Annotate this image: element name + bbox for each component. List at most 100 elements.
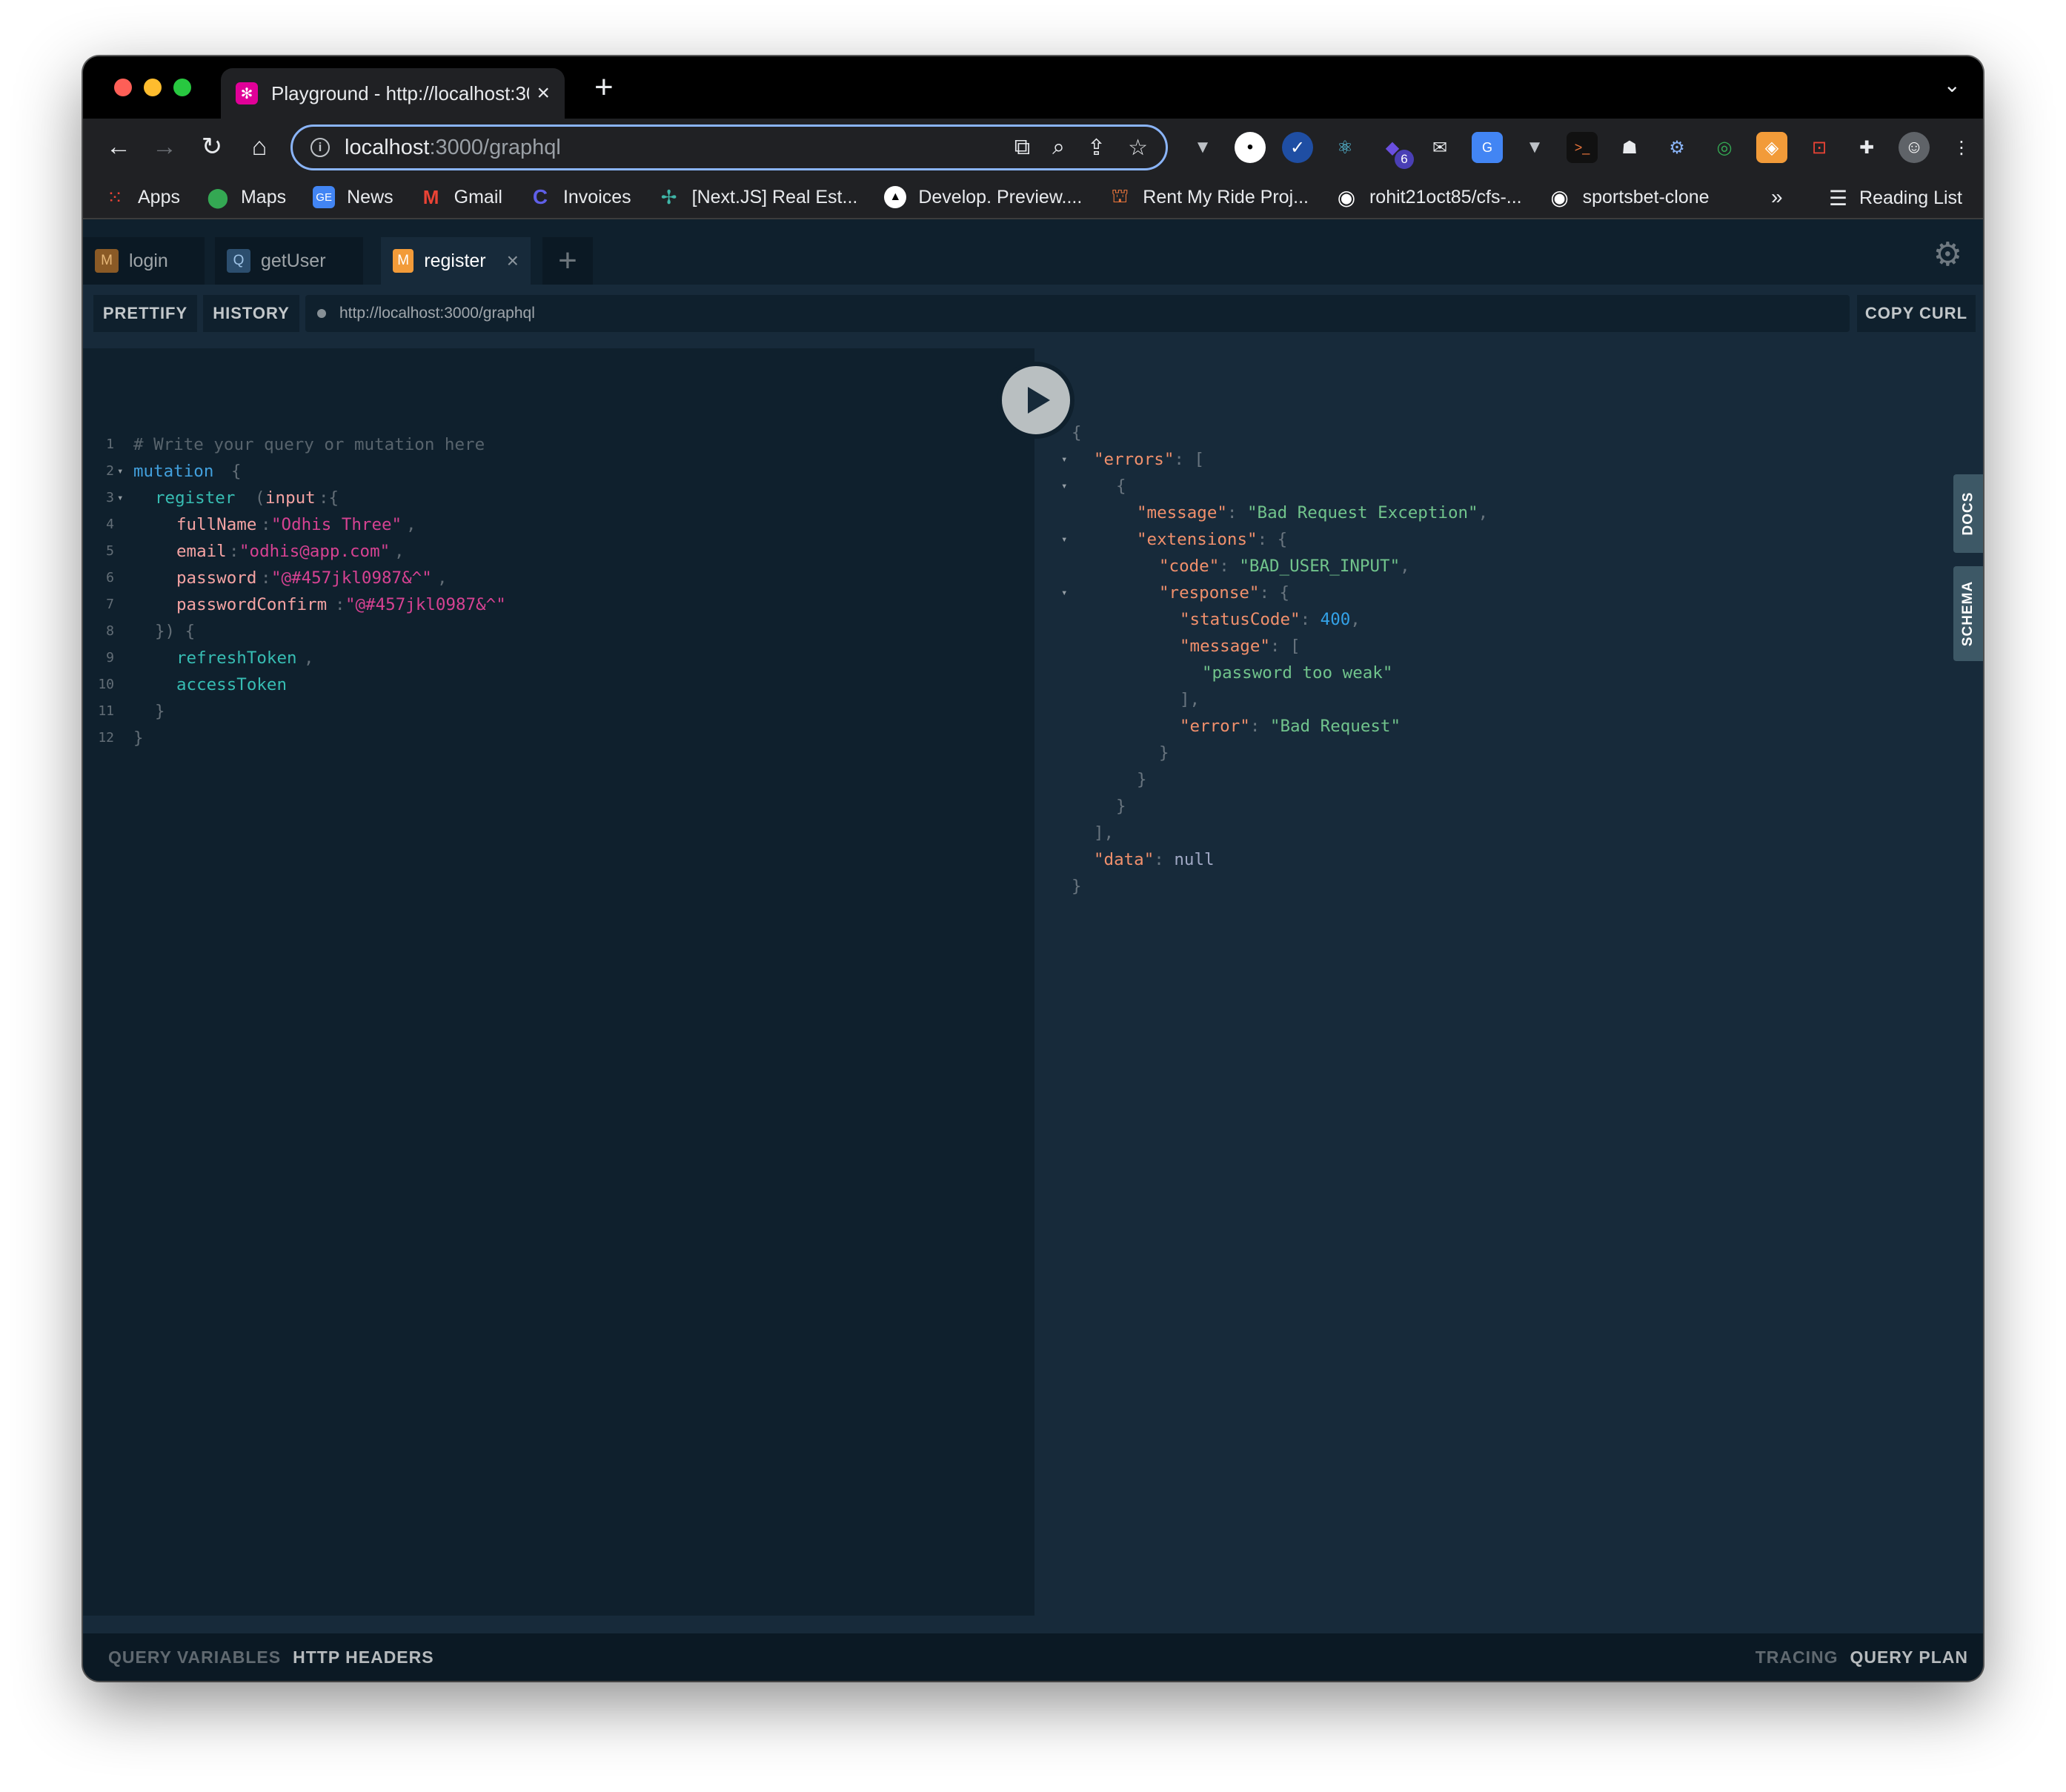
cat-extension-icon[interactable]: ☗	[1614, 132, 1645, 163]
bookmark-invoices[interactable]: C Invoices	[529, 185, 631, 208]
tab-label: register	[424, 250, 486, 271]
bookmark-gmail[interactable]: M Gmail	[420, 186, 502, 208]
redux-extension-icon[interactable]: ◆ 6	[1377, 132, 1414, 169]
capture-extension-icon[interactable]: ⊡	[1804, 132, 1835, 163]
react-devtools-icon[interactable]: ⚛	[1329, 132, 1361, 163]
bookmark-cfs[interactable]: ◉ rohit21oct85/cfs-...	[1335, 185, 1522, 209]
bookmark-develop-preview[interactable]: ▲ Develop. Preview....	[884, 186, 1082, 208]
minimize-window-button[interactable]	[144, 79, 162, 96]
history-button[interactable]: HISTORY	[203, 295, 299, 332]
bookmark-label: rohit21oct85/cfs-...	[1369, 186, 1522, 208]
close-tab-icon[interactable]: ×	[537, 81, 550, 106]
selection-accesstoken: accessToken	[176, 675, 288, 694]
value-email: "odhis@app.com"	[239, 542, 391, 561]
home-icon[interactable]: ⌂	[243, 132, 276, 162]
bookmark-rent-my-ride[interactable]: ⛫ Rent My Ride Proj...	[1109, 185, 1309, 208]
json-punc: :	[1154, 850, 1175, 869]
brace: }	[155, 702, 165, 721]
share-icon[interactable]: ⇪	[1087, 135, 1106, 161]
bookmark-apps[interactable]: ⁙ Apps	[104, 186, 180, 208]
tracing-tab[interactable]: TRACING	[1756, 1647, 1839, 1667]
bookmark-maps[interactable]: ⬤ Maps	[207, 186, 286, 208]
settings-gear-icon[interactable]: ⚙	[1933, 236, 1962, 273]
add-tab-icon[interactable]: +	[542, 237, 593, 285]
fold-arrow-icon[interactable]: ▾	[1061, 473, 1067, 500]
orange-extension-icon[interactable]: ◈	[1756, 132, 1787, 163]
fold-arrow-icon[interactable]: ▾	[1061, 526, 1067, 553]
reading-list-icon: ☰	[1828, 186, 1848, 210]
close-window-button[interactable]	[114, 79, 132, 96]
menu-kebab-icon[interactable]: ⋮	[1946, 132, 1977, 163]
browser-tab-playground[interactable]: ✻ Playground - http://localhost:3000/gra…	[221, 68, 565, 119]
fold-arrow-icon[interactable]: ▾	[117, 485, 123, 511]
vue-devtools-icon[interactable]: ▼	[1187, 132, 1218, 163]
profile-avatar[interactable]: ☺	[1899, 132, 1930, 163]
endpoint-input[interactable]: http://localhost:3000/graphql	[305, 295, 1850, 332]
json-punc: ,	[1400, 557, 1410, 576]
url-path: :3000/graphql	[429, 135, 561, 159]
bookmark-realestate[interactable]: ✢ [Next.JS] Real Est...	[658, 186, 858, 208]
copy-curl-button[interactable]: COPY CURL	[1857, 295, 1976, 332]
github-icon: ◉	[1337, 185, 1356, 209]
colon: :	[261, 515, 271, 534]
zoom-icon[interactable]: ⌕	[1052, 135, 1065, 161]
bookmark-star-icon[interactable]: ☆	[1128, 135, 1148, 161]
line-number: 5	[106, 543, 114, 559]
json-punc: {	[1116, 477, 1126, 496]
prettify-button[interactable]: PRETTIFY	[93, 295, 197, 332]
json-key-data: "data"	[1094, 850, 1155, 869]
http-headers-tab[interactable]: HTTP HEADERS	[293, 1647, 434, 1667]
fold-arrow-icon[interactable]: ▾	[117, 458, 123, 485]
json-punc: : {	[1257, 530, 1288, 549]
more-bookmarks-icon[interactable]: »	[1771, 185, 1783, 209]
brace: }	[133, 729, 144, 748]
address-bar[interactable]: i localhost :3000/graphql ⧉ ⌕ ⇪ ☆	[290, 125, 1168, 170]
check-extension-icon[interactable]: ✓	[1282, 132, 1313, 163]
mail-extension-icon[interactable]: ✉	[1424, 132, 1455, 163]
translate-extension-icon[interactable]: G	[1472, 132, 1503, 163]
line-number: 8	[106, 623, 114, 639]
tab-search-chevron-icon[interactable]: ⌄	[1944, 73, 1961, 97]
json-punc: }	[1159, 743, 1169, 763]
extension-circle-icon[interactable]: •	[1235, 132, 1266, 163]
execute-query-button[interactable]	[997, 362, 1074, 439]
json-punc: ],	[1094, 823, 1115, 843]
json-value-error: "Bad Request"	[1269, 717, 1401, 736]
query-plan-tab[interactable]: QUERY PLAN	[1850, 1647, 1968, 1667]
tab-getuser[interactable]: Q getUser	[215, 237, 363, 285]
line-number: 7	[106, 597, 114, 612]
target-extension-icon[interactable]: ◎	[1709, 132, 1740, 163]
back-arrow-icon[interactable]: ←	[102, 132, 135, 162]
reading-list-button[interactable]: ☰ Reading List	[1829, 176, 1962, 219]
close-tab-icon[interactable]: ×	[507, 249, 519, 273]
docs-tab-label: DOCS	[1960, 491, 1976, 536]
maximize-window-button[interactable]	[173, 79, 191, 96]
tab-register[interactable]: M register ×	[381, 237, 531, 285]
bookmark-sportsbet[interactable]: ◉ sportsbet-clone	[1549, 186, 1709, 209]
line-number: 2	[106, 463, 114, 479]
new-tab-icon[interactable]: +	[594, 71, 614, 104]
puzzle-extensions-icon[interactable]: ✚	[1851, 132, 1882, 163]
tab-login[interactable]: M login	[83, 237, 205, 285]
bookmark-news[interactable]: GE News	[313, 186, 393, 208]
json-punc: :	[1226, 503, 1248, 522]
fold-arrow-icon[interactable]: ▾	[1061, 580, 1067, 606]
fold-arrow-icon[interactable]: ▾	[1061, 446, 1067, 473]
forward-arrow-icon[interactable]: →	[148, 132, 181, 162]
vue-extension-icon[interactable]: ▼	[1519, 132, 1550, 163]
gmail-icon: M	[422, 185, 439, 208]
site-info-icon[interactable]: i	[310, 138, 330, 157]
extension-badge: 6	[1395, 150, 1414, 169]
terminal-extension-icon[interactable]: >_	[1567, 132, 1598, 163]
json-open: {	[1072, 423, 1082, 442]
reload-icon[interactable]: ↻	[196, 132, 228, 162]
json-punc: : [	[1174, 450, 1205, 469]
result-pane: ▾ { ▾ "errors": [ ▾ { "message": "Bad Re…	[1034, 348, 1983, 1616]
query-editor[interactable]: 1 # Write your query or mutation here 2 ▾ m…	[83, 348, 1034, 1616]
gear-extension-icon[interactable]: ⚙	[1661, 132, 1693, 163]
line-number: 10	[98, 677, 114, 692]
docs-tab[interactable]: DOCS	[1953, 474, 1983, 553]
schema-tab[interactable]: SCHEMA	[1953, 566, 1983, 661]
open-in-new-icon[interactable]: ⧉	[1014, 135, 1030, 161]
query-variables-tab[interactable]: QUERY VARIABLES	[108, 1647, 281, 1667]
